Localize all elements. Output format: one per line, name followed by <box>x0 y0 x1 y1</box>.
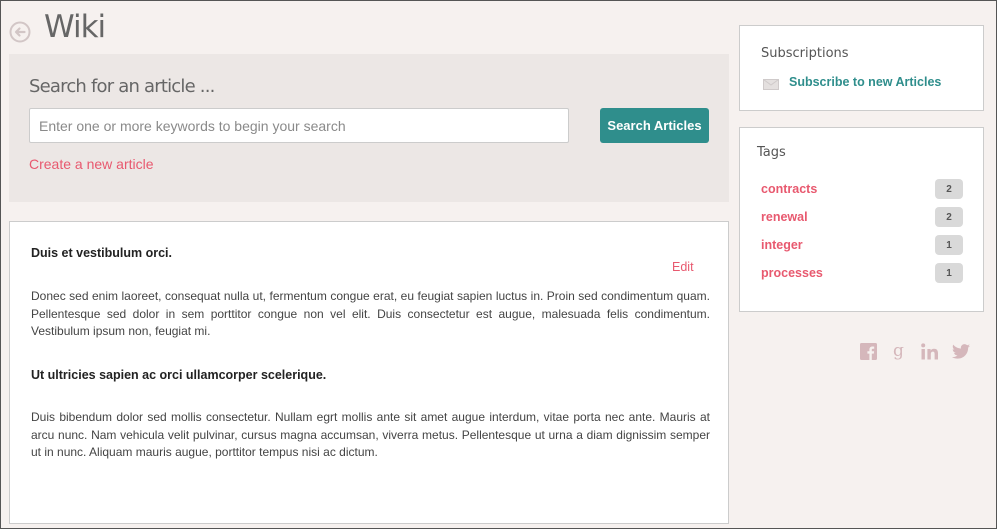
page-title: Wiki <box>44 9 106 45</box>
twitter-icon[interactable] <box>952 342 970 360</box>
search-heading: Search for an article ... <box>29 76 215 97</box>
article-section-title: Duis et vestibulum orci. <box>31 246 173 260</box>
tag-link[interactable]: renewal <box>761 210 808 224</box>
tag-count-badge: 1 <box>935 263 963 283</box>
subscriptions-card: Subscriptions Subscribe to new Articles <box>739 25 984 111</box>
mail-icon <box>763 77 779 90</box>
tag-count-badge: 2 <box>935 207 963 227</box>
article-section-title: Ut ultricies sapien ac orci ullamcorper … <box>31 368 327 382</box>
search-articles-button[interactable]: Search Articles <box>600 108 709 143</box>
subscriptions-title: Subscriptions <box>761 46 849 61</box>
article-section-body: Donec sed enim laoreet, consequat nulla … <box>31 289 710 338</box>
tag-link[interactable]: contracts <box>761 182 817 196</box>
subscribe-link[interactable]: Subscribe to new Articles <box>789 75 941 89</box>
tag-row: processes 1 <box>761 262 963 284</box>
article-panel: Duis et vestibulum orci. Edit Donec sed … <box>9 221 729 524</box>
facebook-icon[interactable] <box>859 342 877 360</box>
google-plus-icon[interactable]: g <box>890 342 908 360</box>
tag-link[interactable]: processes <box>761 266 823 280</box>
svg-text:g: g <box>893 342 904 360</box>
tag-link[interactable]: integer <box>761 238 803 252</box>
search-panel: Search for an article ... Search Article… <box>9 54 729 202</box>
tag-row: integer 1 <box>761 234 963 256</box>
linkedin-icon[interactable] <box>921 342 939 360</box>
create-article-link[interactable]: Create a new article <box>29 156 154 172</box>
tag-row: contracts 2 <box>761 178 963 200</box>
search-input[interactable] <box>29 108 569 143</box>
article-section-body: Duis bibendum dolor sed mollis consectet… <box>31 410 710 459</box>
tag-count-badge: 1 <box>935 235 963 255</box>
subscribe-row[interactable]: Subscribe to new Articles <box>763 75 941 90</box>
tag-count-badge: 2 <box>935 179 963 199</box>
back-arrow-icon[interactable] <box>9 21 31 43</box>
tags-card: Tags contracts 2 renewal 2 integer 1 pro… <box>739 127 984 312</box>
tags-title: Tags <box>757 145 786 160</box>
tag-row: renewal 2 <box>761 206 963 228</box>
edit-link[interactable]: Edit <box>672 260 694 274</box>
